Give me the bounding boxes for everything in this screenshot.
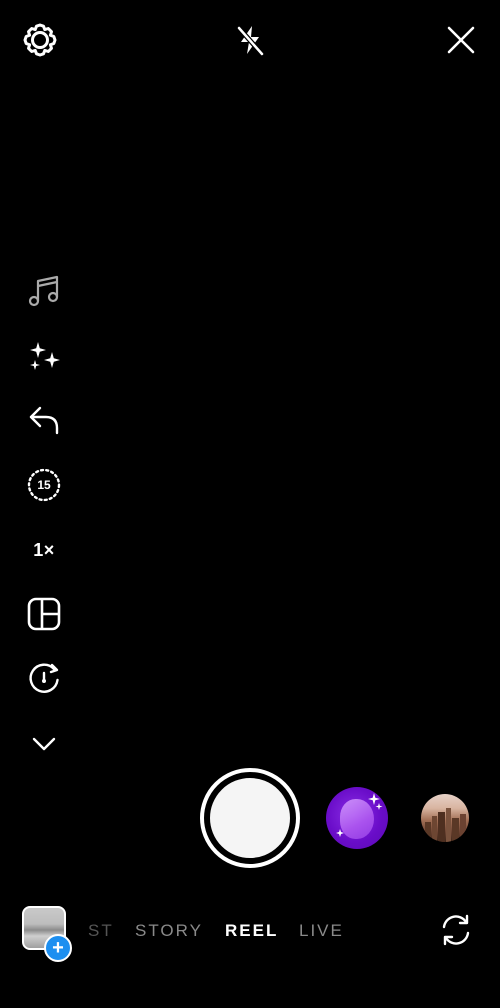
close-button[interactable]: [439, 18, 483, 62]
gear-icon: [22, 22, 58, 58]
flash-toggle-button[interactable]: [228, 18, 272, 62]
add-badge: +: [44, 934, 72, 962]
sparkle-icon: [336, 793, 383, 837]
layout-grid-icon: [26, 596, 62, 632]
shutter-button[interactable]: [200, 768, 300, 868]
effect-thumbnail[interactable]: [326, 787, 388, 849]
length-tool-button[interactable]: 15: [22, 463, 66, 507]
shutter-inner-circle: [208, 776, 292, 860]
speed-tool-button[interactable]: 1×: [22, 528, 66, 572]
mode-story[interactable]: STORY: [135, 920, 203, 942]
music-note-icon: [26, 273, 62, 309]
audio-tool-button[interactable]: [22, 269, 66, 313]
layout-tool-button[interactable]: [22, 592, 66, 636]
flip-camera-button[interactable]: [434, 908, 478, 952]
more-tools-button[interactable]: [22, 722, 66, 766]
undo-button[interactable]: [22, 398, 66, 442]
length-value: 15: [37, 478, 51, 492]
speed-value: 1×: [33, 539, 55, 560]
undo-arrow-icon: [26, 402, 62, 438]
mode-live[interactable]: LIVE: [299, 920, 344, 942]
flash-off-icon: [232, 22, 268, 58]
chevron-down-icon: [29, 734, 59, 754]
flip-camera-icon: [438, 912, 474, 948]
dotted-circle-icon: 15: [26, 467, 62, 503]
sparkles-icon: [26, 338, 62, 374]
gallery-button[interactable]: +: [22, 906, 72, 962]
close-icon: [446, 25, 476, 55]
effects-tool-button[interactable]: [22, 334, 66, 378]
mode-post[interactable]: ST: [88, 920, 118, 942]
settings-button[interactable]: [18, 18, 62, 62]
timer-icon: [26, 661, 62, 697]
mode-reel[interactable]: REEL: [225, 920, 278, 942]
timer-tool-button[interactable]: [22, 657, 66, 701]
city-skyline-thumbnail[interactable]: [421, 794, 469, 842]
